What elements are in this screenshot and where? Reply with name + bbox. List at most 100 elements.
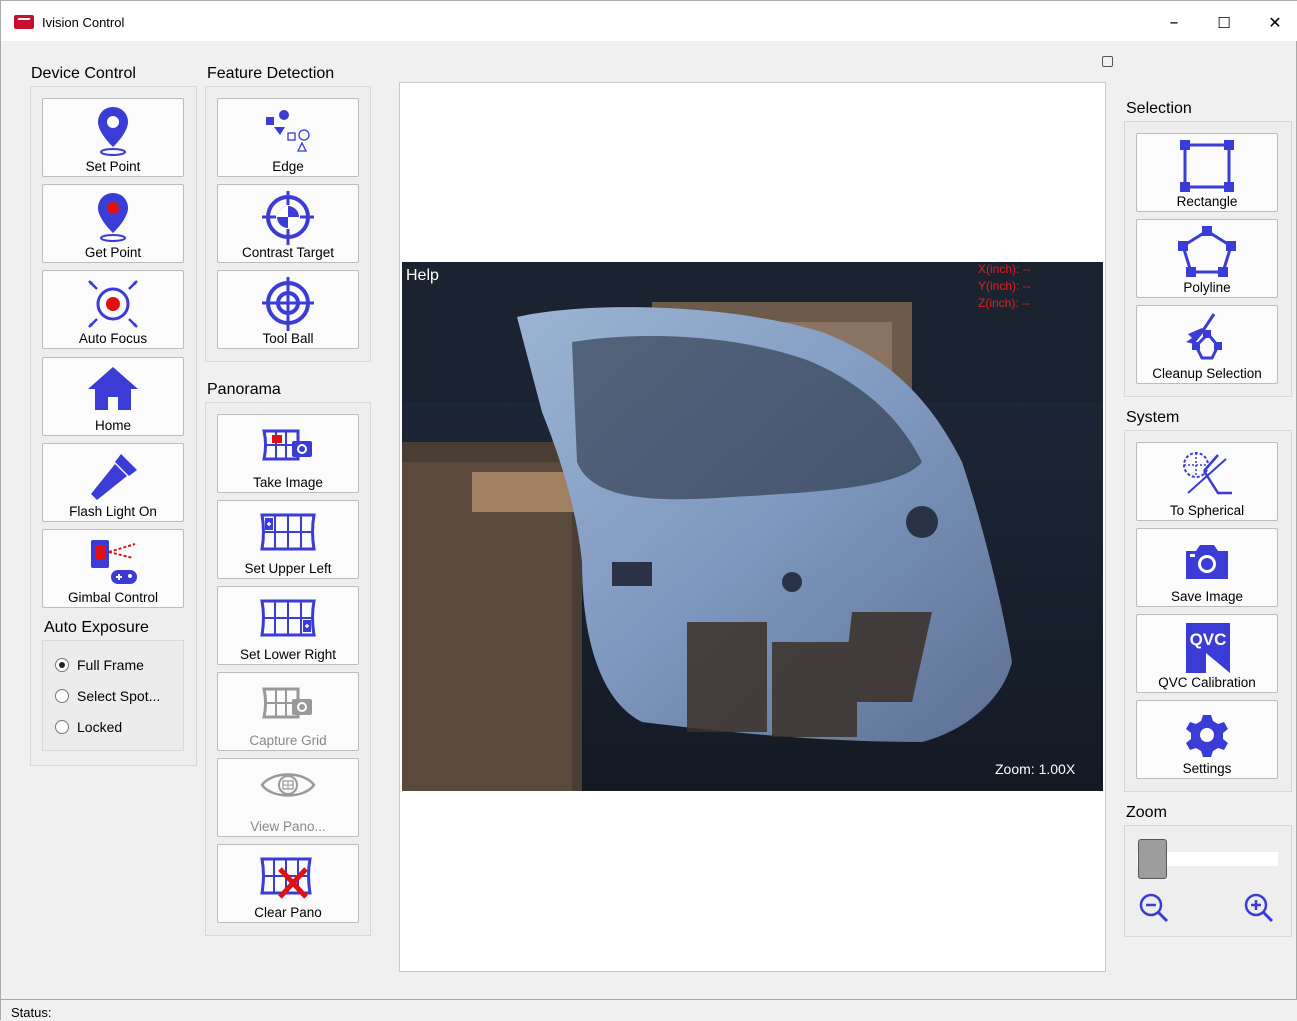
window-title: Ivision Control bbox=[42, 15, 125, 30]
auto-focus-button[interactable]: Auto Focus bbox=[42, 270, 184, 349]
help-label[interactable]: Help bbox=[406, 267, 439, 285]
gimbal-gamepad-icon bbox=[91, 540, 137, 584]
button-label: Tool Ball bbox=[262, 331, 314, 346]
close-button[interactable]: ✕ bbox=[1252, 9, 1297, 37]
eye-pano-icon bbox=[260, 773, 316, 797]
radio-dot bbox=[55, 720, 69, 734]
button-label: Get Point bbox=[84, 245, 142, 260]
device-control-title: Device Control bbox=[31, 65, 136, 82]
save-image-button[interactable]: Save Image bbox=[1136, 528, 1278, 607]
shapes-icon bbox=[266, 110, 310, 152]
system-title: System bbox=[1126, 409, 1180, 426]
view-pano-button[interactable]: View Pano... bbox=[217, 758, 359, 837]
zoom-readout: Zoom: 1.00X bbox=[995, 761, 1076, 777]
cleanup-selection-button[interactable]: Cleanup Selection bbox=[1136, 305, 1278, 384]
to-spherical-button[interactable]: To Spherical bbox=[1136, 442, 1278, 521]
button-label: QVC Calibration bbox=[1158, 675, 1256, 690]
button-label: Flash Light On bbox=[69, 504, 157, 519]
button-label: Settings bbox=[1182, 761, 1232, 776]
rectangle-select-icon bbox=[1180, 140, 1234, 192]
button-label: Take Image bbox=[253, 475, 323, 490]
undock-icon[interactable] bbox=[1102, 56, 1113, 67]
button-label: Cleanup Selection bbox=[1152, 366, 1262, 381]
button-label: Rectangle bbox=[1176, 194, 1238, 209]
qvc-calibration-button[interactable]: QVC QVC Calibration bbox=[1136, 614, 1278, 693]
spherical-icon bbox=[1183, 452, 1232, 495]
button-label: Capture Grid bbox=[249, 733, 327, 748]
get-point-button[interactable]: Get Point bbox=[42, 184, 184, 263]
minimize-button[interactable]: – bbox=[1151, 9, 1197, 37]
contrast-target-button[interactable]: Contrast Target bbox=[217, 184, 359, 263]
button-label: Set Upper Left bbox=[244, 561, 332, 576]
set-upper-left-button[interactable]: Set Upper Left bbox=[217, 500, 359, 579]
map-pin-icon bbox=[98, 107, 128, 156]
radio-label: Full Frame bbox=[77, 657, 144, 673]
camera-icon bbox=[1186, 545, 1228, 579]
button-label: Edge bbox=[272, 159, 304, 174]
clear-pano-button[interactable]: Clear Pano bbox=[217, 844, 359, 923]
set-point-button[interactable]: Set Point bbox=[42, 98, 184, 177]
button-label: Polyline bbox=[1183, 280, 1231, 295]
feature-detection-title: Feature Detection bbox=[207, 65, 335, 82]
button-label: Contrast Target bbox=[241, 245, 335, 260]
grid-clear-icon bbox=[260, 857, 312, 899]
radio-label: Select Spot... bbox=[77, 688, 161, 704]
crosshair-icon bbox=[262, 277, 314, 331]
zoom-slider-handle[interactable] bbox=[1138, 839, 1167, 879]
button-label: Home bbox=[94, 418, 131, 433]
qvc-badge: QVC bbox=[1190, 630, 1227, 649]
capture-grid-button[interactable]: Capture Grid bbox=[217, 672, 359, 751]
qvc-icon: QVC bbox=[1186, 623, 1230, 673]
pano-camera-icon bbox=[262, 429, 312, 461]
focus-target-icon bbox=[88, 280, 138, 328]
polyline-select-icon bbox=[1178, 226, 1236, 277]
set-lower-right-button[interactable]: Set Lower Right bbox=[217, 586, 359, 665]
take-image-button[interactable]: Take Image bbox=[217, 414, 359, 493]
auto-exposure-title: Auto Exposure bbox=[44, 619, 149, 636]
contrast-target-icon bbox=[262, 191, 314, 245]
camera-scene bbox=[402, 262, 1103, 791]
radio-dot bbox=[55, 689, 69, 703]
map-pin-red-icon bbox=[98, 193, 128, 242]
button-label: Set Point bbox=[85, 159, 141, 174]
x-readout: X(inch): -- bbox=[978, 262, 1031, 276]
button-label: To Spherical bbox=[1169, 503, 1245, 518]
zoom-title: Zoom bbox=[1126, 804, 1167, 821]
polyline-button[interactable]: Polyline bbox=[1136, 219, 1278, 298]
settings-button[interactable]: Settings bbox=[1136, 700, 1278, 779]
flashlight-icon bbox=[91, 454, 137, 500]
home-icon bbox=[88, 367, 138, 410]
button-label: Set Lower Right bbox=[239, 647, 337, 662]
camera-image[interactable]: Help X(inch): -- Y(inch): -- Z(inch): --… bbox=[402, 262, 1103, 791]
grid-camera-icon bbox=[262, 687, 312, 719]
button-label: Clear Pano bbox=[254, 905, 322, 920]
gimbal-control-button[interactable]: Gimbal Control bbox=[42, 529, 184, 608]
grid-upper-left-icon bbox=[260, 513, 316, 551]
flash-light-button[interactable]: Flash Light On bbox=[42, 443, 184, 522]
status-bar: Status: bbox=[1, 999, 1297, 1021]
grid-lower-right-icon bbox=[260, 599, 316, 637]
tool-ball-button[interactable]: Tool Ball bbox=[217, 270, 359, 349]
selection-title: Selection bbox=[1126, 100, 1192, 117]
zoom-in-icon[interactable] bbox=[1243, 892, 1275, 924]
y-readout: Y(inch): -- bbox=[978, 279, 1031, 293]
button-label: Gimbal Control bbox=[67, 590, 159, 605]
app-logo-icon bbox=[14, 15, 34, 29]
broom-icon bbox=[1186, 313, 1222, 360]
zoom-out-icon[interactable] bbox=[1138, 892, 1170, 924]
button-label: Save Image bbox=[1170, 589, 1244, 604]
status-label: Status: bbox=[11, 1005, 52, 1020]
button-label: View Pano... bbox=[250, 819, 326, 834]
radio-label: Locked bbox=[77, 719, 123, 735]
maximize-button[interactable]: ☐ bbox=[1201, 9, 1247, 37]
edge-button[interactable]: Edge bbox=[217, 98, 359, 177]
app-window: Ivision Control – ☐ ✕ Device Control Set… bbox=[0, 0, 1297, 1021]
title-bar: Ivision Control – ☐ ✕ bbox=[1, 1, 1297, 41]
gear-icon bbox=[1186, 715, 1228, 757]
home-button[interactable]: Home bbox=[42, 357, 184, 436]
button-label: Auto Focus bbox=[78, 331, 148, 346]
radio-dot bbox=[55, 658, 69, 672]
panorama-title: Panorama bbox=[207, 381, 281, 398]
z-readout: Z(inch): -- bbox=[978, 296, 1030, 310]
rectangle-button[interactable]: Rectangle bbox=[1136, 133, 1278, 212]
